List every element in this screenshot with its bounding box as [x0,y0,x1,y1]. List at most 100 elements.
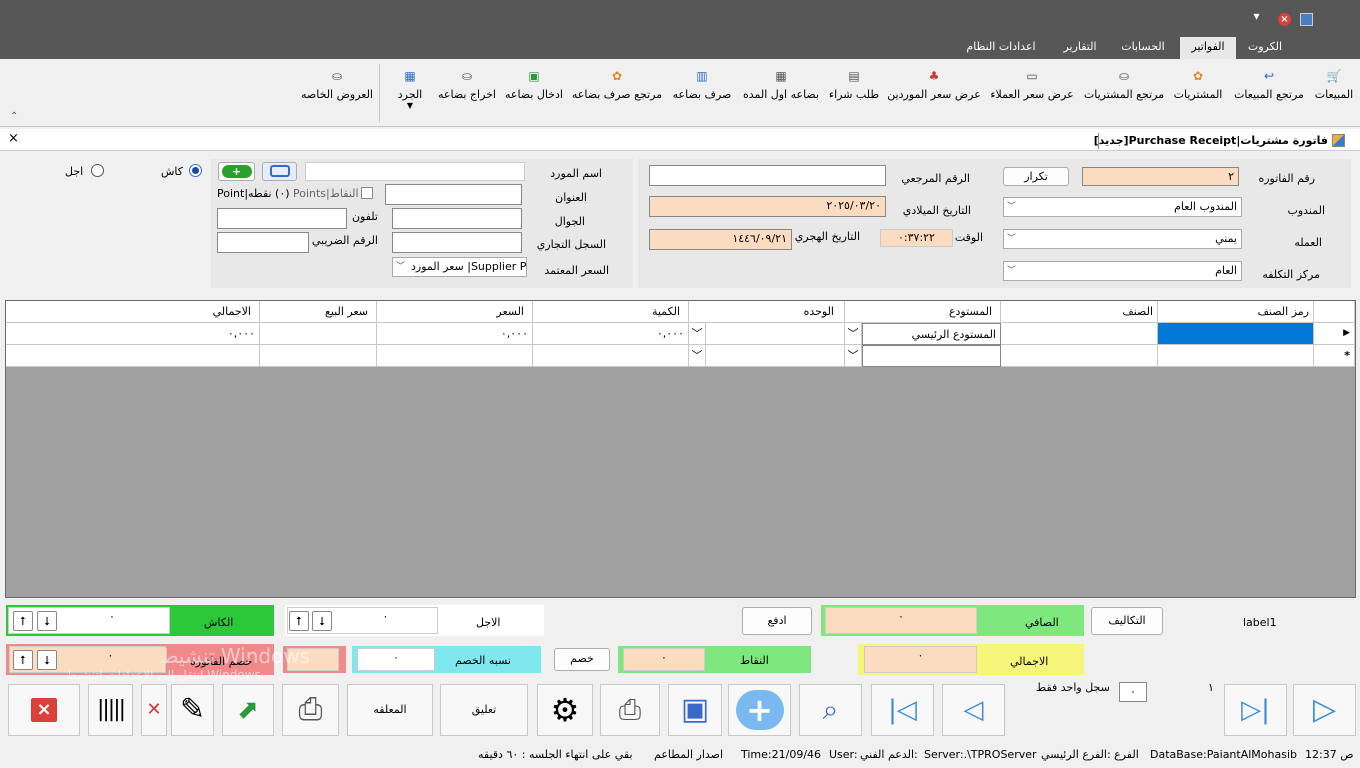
ribbon-sales[interactable]: 🛒 المبيعات [1310,68,1358,108]
cell-price[interactable]: ٠,٠٠٠ [377,323,533,345]
chevron-down-icon[interactable]: ﹀ [689,323,706,345]
reference-field[interactable] [649,165,886,186]
tab-reports[interactable]: التقارير [1055,37,1105,59]
search-supplier-button[interactable] [262,162,297,181]
supplier-name-field[interactable] [305,162,525,181]
tab-invoices[interactable]: الفواتير [1180,37,1236,59]
ribbon-sales-return[interactable]: ↩ مرتجع المبيعات [1230,68,1308,108]
tab-settings[interactable]: اعدادات النظام [958,37,1044,59]
ribbon-issue-return[interactable]: ✿ مرتجع صرف بضاعه [570,68,664,108]
chevron-down-icon[interactable]: ﹀ [845,323,862,345]
ribbon-inventory[interactable]: ▦ الجرد ▼ [390,68,430,110]
col-header-qty[interactable]: الكمية [533,301,689,323]
settings-button[interactable]: ⚙ [537,684,593,736]
collapse-ribbon-icon[interactable]: ⌃ [10,111,18,122]
print-preview-button[interactable]: ⎙ [600,684,660,736]
cell-qty[interactable]: ٠,٠٠٠ [533,323,689,345]
col-header-warehouse[interactable]: المستودع [845,301,1001,323]
price-type-select[interactable]: ﹀سعر المورد |Supplier Price [392,257,527,277]
cell-warehouse[interactable] [862,345,1001,367]
col-header-item-code[interactable]: رمز الصنف [1158,301,1314,323]
chevron-down-icon[interactable]: ﹀ [689,345,706,367]
record-box[interactable]: ٠ [1119,682,1147,702]
rep-select[interactable]: ﹀ المندوب العام [1003,197,1242,217]
print-button[interactable]: ⎙ [282,684,339,736]
arrow-down-icon[interactable]: ⭣ [312,611,332,631]
cell-sale-price[interactable] [260,323,377,345]
cash-radio[interactable] [189,164,202,177]
arrow-up-icon[interactable]: ⭡ [13,650,33,670]
arrow-up-icon[interactable]: ⭡ [289,611,309,631]
chevron-down-icon[interactable]: ﹀ [845,345,862,367]
add-supplier-button[interactable]: + [218,162,255,181]
arrow-down-icon[interactable]: ⭣ [37,611,57,631]
cell-item[interactable] [1001,323,1158,345]
close-document-icon[interactable]: × [8,131,19,146]
cell-total[interactable]: ٠,٠٠٠ [6,323,260,345]
col-header-sale-price[interactable]: سعر البيع [260,301,377,323]
ribbon-receive-goods[interactable]: ▣ ادخال بضاعه [502,68,566,108]
address-field[interactable] [385,184,522,205]
repeat-button[interactable]: تكرار [1003,167,1069,186]
cell-unit[interactable] [706,323,845,345]
ribbon-opening-stock[interactable]: ▦ بضاعه اول المده [740,68,822,108]
cell-price[interactable] [377,345,533,367]
tax-number-field[interactable] [217,232,309,253]
currency-select[interactable]: ﹀ يمني [1003,229,1242,249]
pay-button[interactable]: ادفع [742,607,812,635]
credit-radio[interactable] [91,164,104,177]
tab-accounts[interactable]: الحسابات [1115,37,1171,59]
ribbon-special-offers[interactable]: ⛀ العروض الخاصه [296,68,378,108]
delete-row-button[interactable]: ✕ [141,684,167,736]
ribbon-purchases-return[interactable]: ⛀ مرتجع المشتريات [1082,68,1166,108]
cell-item-code[interactable] [1158,345,1314,367]
invoice-number-field[interactable]: ٢ [1082,167,1239,186]
ribbon-purchase-order[interactable]: ▤ طلب شراء [826,68,882,108]
cell-total[interactable] [6,345,260,367]
previous-button[interactable]: ◁ [942,684,1005,736]
export-button[interactable]: ⬈ [222,684,274,736]
dropdown-icon[interactable]: ▾ [1250,10,1263,23]
ribbon-remove-goods[interactable]: ⛀ اخراج بضاعه [436,68,498,108]
col-header-item[interactable]: الصنف [1001,301,1158,323]
hijri-date-field[interactable]: ١٤٤٦/٠٩/٢١ [649,229,792,250]
first-button[interactable]: |◁ [871,684,934,736]
cell-unit[interactable] [706,345,845,367]
next-button[interactable]: ▷ [1293,684,1356,736]
cell-qty[interactable] [533,345,689,367]
new-row-marker: * [1314,345,1355,367]
barcode-button[interactable]: ||||| [88,684,133,736]
ribbon-customer-quote[interactable]: ▭ عرض سعر العملاء [987,68,1077,108]
last-button[interactable]: ▷| [1224,684,1287,736]
edit-button[interactable]: ✎ [171,684,214,736]
points-checkbox[interactable] [361,187,373,199]
cell-warehouse[interactable]: المستودع الرئيسي [862,323,1001,345]
add-button[interactable]: + [728,684,791,736]
cell-item[interactable] [1001,345,1158,367]
col-header-price[interactable]: السعر [377,301,533,323]
arrow-down-icon[interactable]: ⭣ [37,650,57,670]
cost-center-select[interactable]: ﹀ العام [1003,261,1242,281]
suspend-button[interactable]: تعليق [440,684,528,736]
search-button[interactable]: ⌕ [799,684,862,736]
ribbon-issue-goods[interactable]: ▥ صرف بضاعه [670,68,734,108]
discount-pct-field[interactable]: ٠ [357,648,435,671]
greg-date-field[interactable]: ٢٠٢٥/٠٣/٢٠ [649,196,886,217]
mobile-field[interactable] [392,208,522,229]
arrow-up-icon[interactable]: ⭡ [13,611,33,631]
ribbon-supplier-quote[interactable]: ♣ عرض سعر الموردين [886,68,982,108]
cancel-button[interactable]: × [8,684,80,736]
col-header-unit[interactable]: الوحده [689,301,845,323]
tab-cards[interactable]: الكروت [1240,37,1290,59]
col-header-total[interactable]: الاجمالي [6,301,260,323]
cell-sale-price[interactable] [260,345,377,367]
commercial-register-field[interactable] [392,232,522,253]
suspended-button[interactable]: المعلقه [347,684,433,736]
discount-button[interactable]: خصم [554,648,610,671]
cell-item-code[interactable] [1158,323,1314,345]
close-icon[interactable]: × [1278,13,1291,26]
ribbon-purchases[interactable]: ✿ المشتريات [1170,68,1226,108]
costs-button[interactable]: التكاليف [1091,607,1163,635]
save-button[interactable]: ▣ [668,684,722,736]
phone-field[interactable] [217,208,347,229]
